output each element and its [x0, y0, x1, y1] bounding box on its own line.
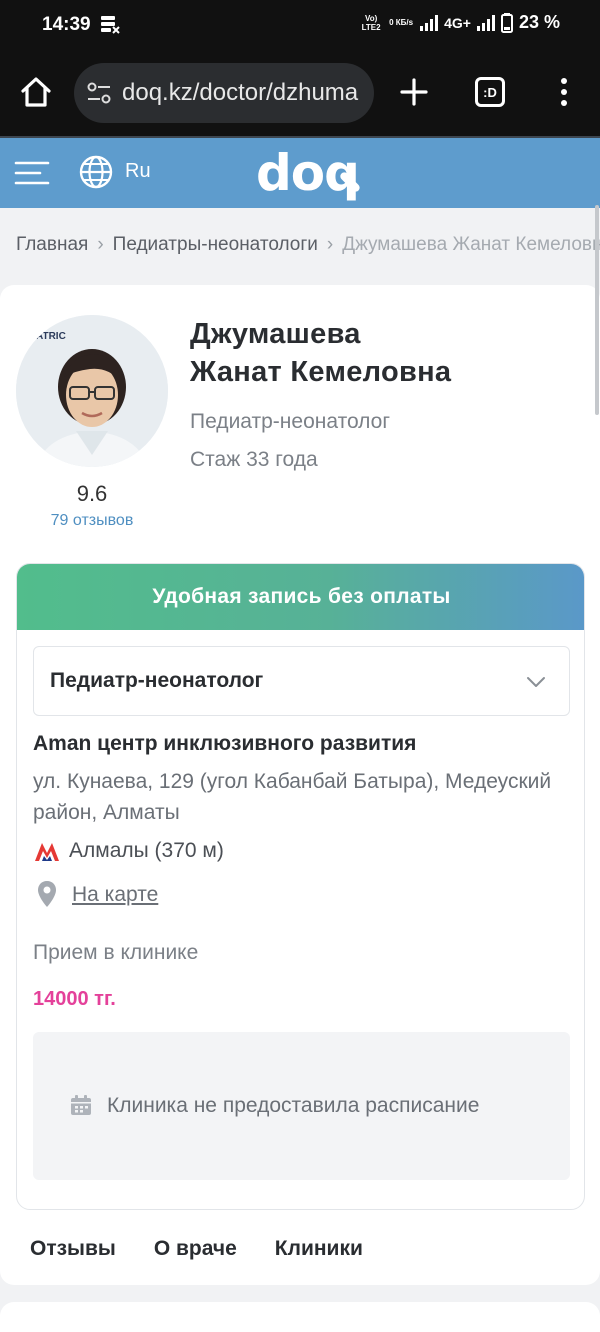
- doctor-tabs: Отзывы О враче Клиники: [30, 1237, 363, 1261]
- network-type: 4G+: [444, 14, 471, 31]
- site-header: Ru doq: [0, 136, 600, 208]
- battery-level: 23 %: [518, 12, 560, 32]
- booking-widget: Удобная запись без оплаты Педиатр-неонат…: [16, 563, 585, 1210]
- tab-reviews[interactable]: Отзывы: [30, 1237, 116, 1261]
- doctor-surname: Джумашева: [190, 318, 361, 350]
- speed-indicator: 0 КБ/s: [389, 18, 414, 27]
- signal-icon: [420, 14, 439, 31]
- globe-icon[interactable]: [78, 154, 114, 190]
- address-bar[interactable]: doq.kz/doctor/dzhuma: [74, 63, 374, 123]
- url-text[interactable]: doq.kz/doctor/dzhuma: [122, 79, 358, 107]
- map-link[interactable]: На карте: [72, 883, 158, 907]
- reviews-link[interactable]: 79 отзывов: [16, 512, 168, 530]
- tab-switcher-icon[interactable]: :D: [475, 77, 505, 107]
- signal-icon-2: [476, 14, 495, 31]
- breadcrumb: Главная › Педиатры-неонатологи › Джумашева Ж…: [16, 234, 600, 256]
- clock: 14:39: [42, 14, 91, 35]
- clinic-name[interactable]: Aman центр инклюзивного развития: [33, 732, 416, 756]
- next-card: [0, 1302, 600, 1332]
- language-switch[interactable]: Ru: [125, 160, 151, 183]
- volte-indicator: Vo) LTE2: [361, 13, 381, 32]
- breadcrumb-category[interactable]: Педиатры-неонатологи: [113, 234, 318, 255]
- status-icons: Vo) LTE2 0 КБ/s 4G+ 23 %: [360, 12, 560, 33]
- tab-about-doctor[interactable]: О враче: [154, 1237, 237, 1261]
- site-settings-icon[interactable]: [86, 81, 112, 105]
- doctor-specialty: Педиатр-неонатолог: [190, 410, 391, 433]
- booking-banner: Удобная запись без оплаты: [17, 564, 584, 630]
- doctor-card: DIATRIC 9.6 79 отзывов Джумашева Жанат К…: [0, 285, 600, 1285]
- breadcrumb-home[interactable]: Главная: [16, 234, 88, 255]
- scrollbar[interactable]: [595, 205, 599, 415]
- breadcrumb-current: Джумашева Жанат Кемеловна: [342, 234, 600, 255]
- menu-dots-icon[interactable]: [556, 74, 572, 110]
- appointment-type: Прием в клинике: [33, 941, 199, 964]
- calendar-icon: [71, 1095, 91, 1115]
- appointment-price: 14000 тг.: [33, 988, 116, 1010]
- new-tab-icon[interactable]: [396, 74, 432, 110]
- specialty-select-value: Педиатр-неонатолог: [50, 669, 264, 692]
- doctor-name: Джумашева Жанат Кемеловна: [190, 315, 451, 391]
- chevron-right-icon: ›: [97, 234, 104, 255]
- metro-station: Алмалы (370 м): [69, 839, 224, 862]
- doctor-rating: 9.6: [76, 481, 108, 506]
- home-icon[interactable]: [18, 74, 54, 110]
- doctor-photo: DIATRIC: [16, 315, 168, 467]
- clinic-address: ул. Кунаева, 129 (угол Кабанбай Батыра),…: [33, 770, 552, 824]
- doctor-experience: Стаж 33 года: [190, 448, 318, 471]
- svg-text:DIATRIC: DIATRIC: [26, 331, 66, 342]
- metro-icon: [35, 843, 59, 861]
- tab-clinics[interactable]: Клиники: [275, 1237, 363, 1261]
- battery-icon: [500, 12, 513, 33]
- schedule-note: Клиника не предоставила расписание: [107, 1094, 480, 1117]
- hamburger-menu-icon[interactable]: [14, 158, 50, 188]
- doctor-given-names: Жанат Кемеловна: [190, 356, 452, 388]
- status-bar: 14:39 Vo) LTE2 0 КБ/s 4G+ 23 %: [0, 0, 600, 50]
- browser-toolbar: doq.kz/doctor/dzhuma :D: [0, 50, 600, 136]
- specialty-select[interactable]: Педиатр-неонатолог: [33, 646, 570, 716]
- schedule-box: Клиника не предоставила расписание: [33, 1032, 570, 1180]
- doctor-avatar: DIATRIC: [16, 315, 168, 467]
- map-pin-icon: [38, 881, 56, 907]
- chevron-right-icon: ›: [326, 234, 334, 255]
- data-saver-icon: [101, 16, 120, 34]
- chevron-down-icon: [527, 677, 545, 687]
